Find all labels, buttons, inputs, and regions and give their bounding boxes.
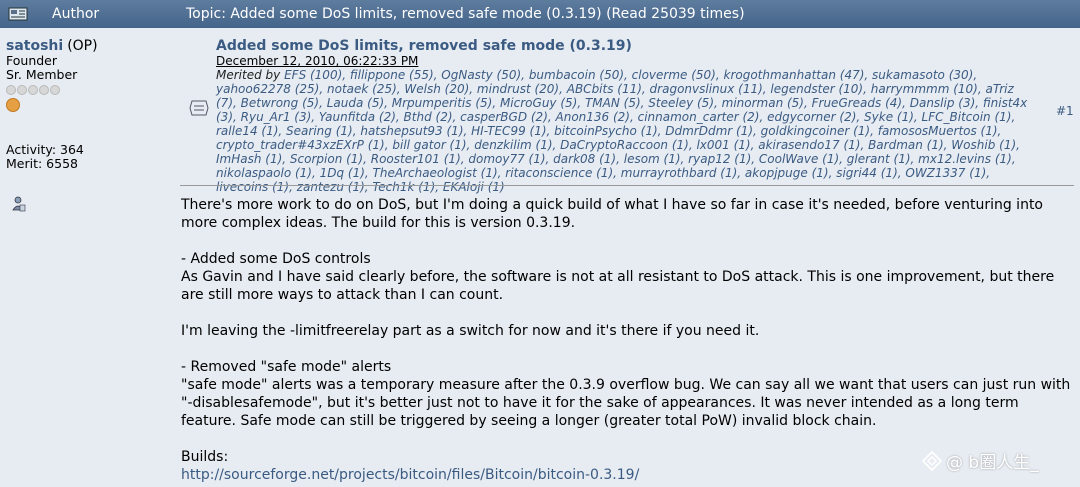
star-icon: [17, 85, 27, 95]
merited-by-list: Merited by EFS (100), fillippone (55), O…: [216, 68, 1038, 194]
watermark-logo-icon: [922, 450, 942, 471]
poster-info: satoshi (OP) Founder Sr. Member Activity…: [6, 38, 176, 171]
rank-stars: [6, 85, 176, 95]
post-paragraph: There's more work to do on DoS, but I'm …: [181, 197, 1043, 231]
post-paragraph: As Gavin and I have said clearly before,…: [181, 269, 1055, 303]
poster-username[interactable]: satoshi: [6, 38, 63, 54]
activity-count: Activity: 364: [6, 142, 84, 157]
poster-rank: Sr. Member: [6, 67, 78, 82]
post-title-link[interactable]: Added some DoS limits, removed safe mode…: [216, 38, 632, 54]
star-icon: [6, 85, 16, 95]
builds-download-link[interactable]: http://sourceforge.net/projects/bitcoin/…: [181, 467, 639, 483]
view-profile-icon[interactable]: [12, 196, 26, 212]
post-paragraph: - Added some DoS controls: [181, 251, 371, 267]
star-icon: [28, 85, 38, 95]
poster-role: Founder: [6, 53, 58, 68]
watermark: @ b圈人生_: [922, 448, 1039, 473]
post-paragraph: - Removed "safe mode" alerts: [181, 359, 392, 375]
merit-count: Merit: 6558: [6, 156, 78, 171]
post-message-icon: [189, 100, 209, 116]
merit-users[interactable]: EFS (100), fillippone (55), OgNasty (50)…: [216, 68, 1027, 194]
topic-header-bar: Author Topic: Added some DoS limits, rem…: [0, 0, 1080, 28]
bitcoin-badge-icon: [6, 98, 20, 112]
post-body: There's more work to do on DoS, but I'm …: [181, 196, 1073, 484]
post-number-link[interactable]: #1: [1056, 104, 1074, 118]
author-column-label: Author: [52, 6, 100, 22]
post-separator: [180, 185, 1074, 186]
topic-title: Topic: Added some DoS limits, removed sa…: [186, 6, 745, 22]
post-paragraph: "safe mode" alerts was a temporary measu…: [181, 377, 1071, 429]
watermark-text: @ b圈人生_: [946, 453, 1039, 473]
topic-icon: [8, 7, 28, 21]
star-icon: [50, 85, 60, 95]
star-icon: [39, 85, 49, 95]
post-date: December 12, 2010, 06:22:33 PM: [216, 54, 419, 68]
post-paragraph: I'm leaving the -limitfreerelay part as …: [181, 323, 760, 339]
merited-by-label: Merited by: [216, 68, 281, 82]
op-label: (OP): [67, 38, 98, 54]
